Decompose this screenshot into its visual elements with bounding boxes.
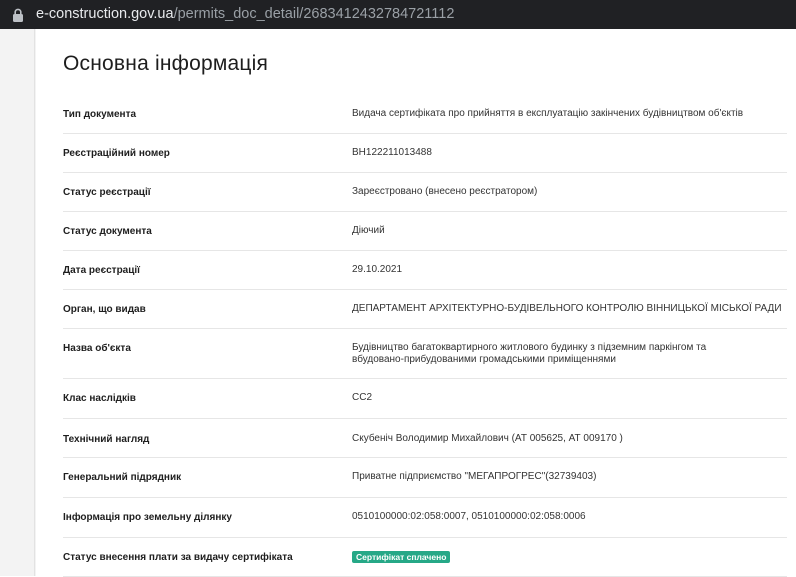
row-label: Тип документа bbox=[63, 109, 137, 120]
status-badge: Сертифікат сплачено bbox=[352, 551, 451, 563]
row-label: Статус реєстрації bbox=[63, 187, 151, 198]
row-general-contractor: Генеральний підрядник Приватне підприємс… bbox=[63, 458, 787, 498]
row-value: 0510100000:02:058:0007, 0510100000:02:05… bbox=[352, 511, 586, 522]
row-value: ВН122211013488 bbox=[352, 147, 432, 158]
row-object-name: Назва об'єкта Будівництво багатоквартирн… bbox=[63, 329, 787, 379]
row-consequence-class: Клас наслідків СС2 bbox=[63, 379, 787, 419]
row-land-plot-info: Інформація про земельну ділянку 05101000… bbox=[63, 498, 787, 538]
row-document-type: Тип документа Видача сертифіката про при… bbox=[63, 95, 787, 134]
browser-address-bar[interactable]: e-construction.gov.ua/permits_doc_detail… bbox=[0, 0, 796, 29]
url-host: e-construction.gov.ua bbox=[36, 6, 174, 22]
row-value: 29.10.2021 bbox=[352, 264, 403, 275]
lock-icon[interactable] bbox=[0, 0, 36, 29]
row-label: Статус документа bbox=[63, 226, 152, 237]
row-registration-number: Реєстраційний номер ВН122211013488 bbox=[63, 134, 787, 173]
row-value: Скубеніч Володимир Михайлович (АТ 005625… bbox=[352, 433, 623, 444]
row-label: Назва об'єкта bbox=[63, 343, 131, 354]
row-issuing-authority: Орган, що видав ДЕПАРТАМЕНТ АРХІТЕКТУРНО… bbox=[63, 290, 787, 329]
page-title: Основна інформація bbox=[63, 52, 269, 75]
row-value: ДЕПАРТАМЕНТ АРХІТЕКТУРНО-БУДІВЕЛЬНОГО КО… bbox=[352, 303, 782, 314]
row-label: Реєстраційний номер bbox=[63, 148, 170, 159]
row-technical-supervision: Технічний нагляд Скубеніч Володимир Миха… bbox=[63, 419, 787, 458]
row-label: Клас наслідків bbox=[63, 393, 136, 404]
row-label: Статус внесення плати за видачу сертифік… bbox=[63, 552, 293, 563]
row-label: Технічний нагляд bbox=[63, 434, 150, 445]
row-label: Орган, що видав bbox=[63, 304, 146, 315]
row-value: Зареєстровано (внесено реєстратором) bbox=[352, 186, 538, 197]
row-registration-status: Статус реєстрації Зареєстровано (внесено… bbox=[63, 173, 787, 212]
row-value: Сертифікат сплачено bbox=[352, 551, 782, 564]
row-registration-date: Дата реєстрації 29.10.2021 bbox=[63, 251, 787, 290]
info-table: Тип документа Видача сертифіката про при… bbox=[63, 95, 787, 577]
left-panel-edge bbox=[0, 29, 36, 576]
row-label: Інформація про земельну ділянку bbox=[63, 512, 232, 523]
row-label: Генеральний підрядник bbox=[63, 472, 182, 483]
url-text[interactable]: e-construction.gov.ua/permits_doc_detail… bbox=[36, 0, 454, 29]
row-value: Приватне підприємство "МЕГАПРОГРЕС"(3273… bbox=[352, 471, 597, 482]
row-value: Будівництво багатоквартирного житлового … bbox=[352, 342, 707, 365]
row-value: Діючий bbox=[352, 225, 385, 236]
row-value: Видача сертифіката про прийняття в експл… bbox=[352, 108, 744, 119]
url-path: /permits_doc_detail/2683412432784721112 bbox=[173, 6, 455, 22]
row-document-status: Статус документа Діючий bbox=[63, 212, 787, 251]
row-label: Дата реєстрації bbox=[63, 265, 140, 276]
row-payment-status: Статус внесення плати за видачу сертифік… bbox=[63, 538, 787, 577]
divider bbox=[34, 29, 35, 576]
row-value: СС2 bbox=[352, 392, 373, 403]
